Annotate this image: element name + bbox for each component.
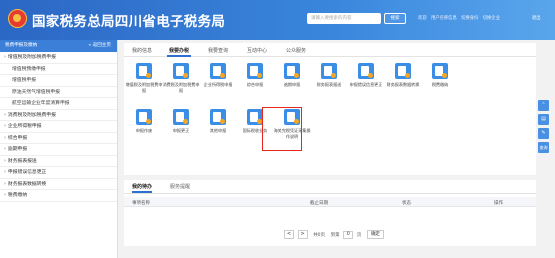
sidebar-item[interactable]: 消费税及附加税费申报	[0, 110, 117, 121]
service-item[interactable]: 申报作废	[124, 109, 164, 134]
back-home-link[interactable]: « 返回主页	[88, 40, 111, 52]
service-item[interactable]: 财务报表报送	[309, 63, 349, 88]
user-link[interactable]: 用户名称信息	[431, 16, 457, 21]
pagination: < > 共0页 到第 0 页 确定	[284, 230, 384, 240]
highlight-frame	[262, 107, 302, 151]
scroll-top-icon[interactable]: ⌃	[538, 100, 549, 111]
sidebar-title: 税费申报及缴纳	[5, 43, 38, 48]
list-icon[interactable]: ▤	[538, 114, 549, 125]
user-links: 欢迎 用户名称信息 切换身份 切换企业	[418, 15, 503, 21]
user-link[interactable]: 切换身份	[461, 16, 478, 21]
service-item[interactable]: 增值税及附加税费申报	[124, 63, 164, 93]
service-item-label: 申报更正	[172, 128, 190, 133]
divider	[124, 193, 536, 194]
service-item[interactable]: 财务报表数据转换	[383, 63, 423, 88]
service-item[interactable]: 消费税及附加税费申报	[161, 63, 201, 93]
user-link[interactable]: 切换企业	[483, 16, 500, 21]
search-input[interactable]: 请输入要搜索的内容	[307, 13, 381, 24]
table-header: 事项名称 截止日期 状态 操作	[124, 197, 536, 207]
service-item-label: 税费缴纳	[431, 82, 449, 87]
logout-link[interactable]: 退出	[532, 15, 541, 21]
service-item[interactable]: 申报错误信息更正	[346, 63, 386, 88]
service-item-label: 逾期申报	[283, 82, 301, 87]
tab-service-reminder[interactable]: 服务提醒	[170, 183, 190, 190]
service-item-label: 申报错误信息更正	[349, 82, 383, 87]
tab-query[interactable]: 我要查询	[208, 47, 228, 54]
sidebar-item[interactable]: 财务报表数据转换	[0, 179, 117, 190]
column-header: 状态	[402, 200, 411, 206]
service-item-label: 申报作废	[135, 128, 153, 133]
document-tax-icon	[395, 63, 411, 79]
main-tabs: 我的信息 我要办税 我要查询 互动中心 公众服务	[124, 43, 536, 57]
document-tax-icon	[247, 63, 263, 79]
service-item[interactable]: 综合申报	[235, 63, 275, 88]
document-tax-icon	[321, 63, 337, 79]
sidebar-item[interactable]: 企业所得税申报	[0, 121, 117, 133]
service-item-label: 其他申报	[209, 128, 227, 133]
column-header: 操作	[494, 200, 503, 206]
sidebar-item[interactable]: 航空运输企业年度清算申报	[0, 98, 117, 110]
edit-icon[interactable]: ✎	[538, 128, 549, 139]
service-item-label: 消费税及附加税费申报	[162, 82, 200, 93]
page-unit: 页	[356, 232, 362, 238]
document-tax-icon	[358, 63, 374, 79]
service-item-label: 财务报表数据转换	[386, 82, 420, 87]
document-tax-icon	[136, 109, 152, 125]
sidebar-item[interactable]: 申报错误信息更正	[0, 167, 117, 179]
service-item[interactable]: 其他申报	[198, 109, 238, 134]
document-tax-icon	[247, 109, 263, 125]
tab-my-info[interactable]: 我的信息	[132, 47, 152, 54]
sidebar-menu: 增值税及附加税费申报增值税预缴申报增值税申报原油天然气增值税申报航空运输企业年度…	[0, 52, 117, 202]
document-tax-icon	[173, 109, 189, 125]
sidebar-item[interactable]: 逾期申报	[0, 144, 117, 156]
tab-tax-handling[interactable]: 我要办税	[166, 47, 192, 57]
service-item-label: 企业所得税申报	[203, 82, 233, 87]
sidebar-item[interactable]: 增值税及附加税费申报	[0, 52, 117, 64]
sidebar-item[interactable]: 原油天然气增值税申报	[0, 87, 117, 98]
search-button[interactable]: 搜索	[384, 13, 406, 24]
tab-my-todo[interactable]: 我的待办	[132, 183, 153, 193]
document-tax-icon	[284, 63, 300, 79]
query-icon[interactable]: 查询	[538, 142, 549, 153]
service-panel: 我的信息 我要办税 我要查询 互动中心 公众服务 增值税及附加税费申报 消费税及附…	[124, 43, 536, 175]
service-item[interactable]: 税费缴纳	[420, 63, 460, 88]
document-tax-icon	[210, 109, 226, 125]
document-tax-icon	[210, 63, 226, 79]
user-link[interactable]: 欢迎	[418, 16, 427, 21]
document-tax-icon	[136, 63, 152, 79]
service-item[interactable]: 申报更正	[161, 109, 201, 134]
sidebar-header: 税费申报及缴纳 « 返回主页	[0, 40, 117, 52]
total-pages: 共0页	[313, 232, 326, 238]
sidebar-item[interactable]: 综合申报	[0, 133, 117, 144]
top-header: 国家税务总局四川省电子税务局 请输入要搜索的内容 搜索 欢迎 用户名称信息 切换…	[0, 0, 555, 40]
sidebar-item[interactable]: 税费缴纳	[0, 190, 117, 202]
document-tax-icon	[432, 63, 448, 79]
site-title: 国家税务总局四川省电子税务局	[32, 14, 226, 30]
column-header: 事项名称	[132, 200, 150, 206]
sidebar-item[interactable]: 增值税预缴申报	[0, 64, 117, 75]
next-page-button[interactable]: >	[297, 230, 308, 239]
tax-emblem-icon	[8, 9, 27, 28]
sidebar-item[interactable]: 财务报表报送	[0, 156, 117, 167]
confirm-button[interactable]: 确定	[366, 230, 384, 239]
sidebar-item[interactable]: 增值税申报	[0, 75, 117, 87]
goto-label: 到第	[330, 232, 340, 238]
service-item-label: 综合申报	[246, 82, 264, 87]
prev-page-button[interactable]: <	[284, 230, 294, 239]
service-item-label: 财务报表报送	[316, 82, 342, 87]
service-item[interactable]: 企业所得税申报	[198, 63, 238, 88]
service-item-label: 增值税及附加税费申报	[125, 82, 163, 93]
service-item[interactable]: 逾期申报	[272, 63, 312, 88]
sidebar: 税费申报及缴纳 « 返回主页 增值税及附加税费申报增值税预缴申报增值税申报原油天…	[0, 40, 118, 258]
pending-panel: 我的待办 服务提醒 事项名称 截止日期 状态 操作 < > 共0页 到第 0 页…	[124, 180, 536, 246]
tab-interaction[interactable]: 互动中心	[247, 47, 267, 54]
tab-public-service[interactable]: 公众服务	[286, 47, 306, 54]
document-tax-icon	[173, 63, 189, 79]
column-header: 截止日期	[310, 200, 328, 206]
page-number-input[interactable]: 0	[343, 230, 354, 239]
